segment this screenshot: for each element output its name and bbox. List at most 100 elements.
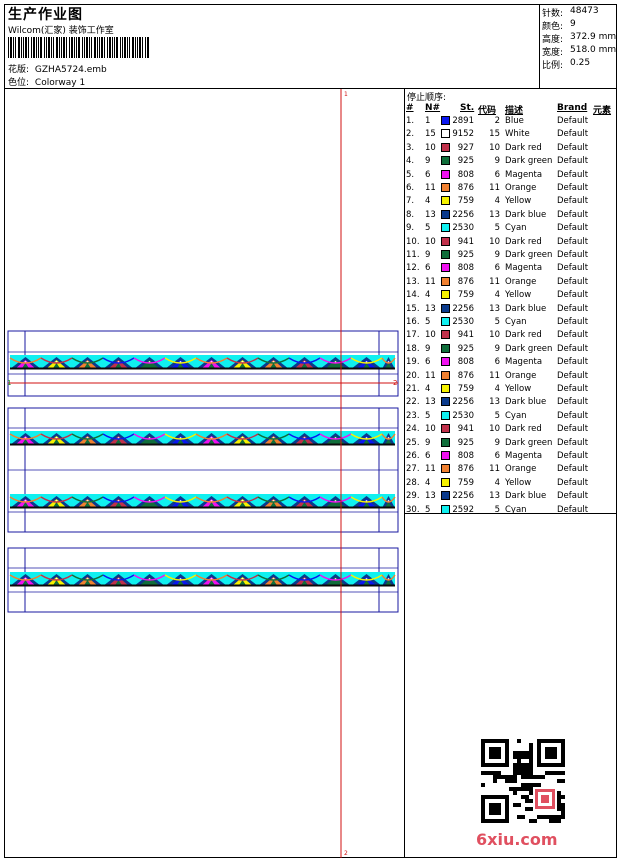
row-brand: Default (557, 357, 589, 368)
row-stitches: 941 (457, 330, 474, 341)
col-brand: Brand (557, 103, 588, 113)
stat-label: 颜色: (542, 22, 564, 32)
qr-module (529, 775, 533, 779)
qr-module (561, 803, 565, 807)
row-number: 13 (425, 491, 436, 502)
thread-color-swatch (441, 357, 450, 367)
col-number: N# (425, 103, 441, 113)
table-row: 3. 10 927 10 Dark red Default (405, 142, 616, 155)
qr-module (489, 747, 501, 759)
qr-module (509, 787, 513, 791)
row-brand: Default (557, 223, 589, 234)
row-number: 11 (425, 464, 436, 475)
row-index: 6. (406, 183, 415, 193)
qr-module (517, 739, 521, 743)
qr-module (525, 795, 529, 799)
table-row: 18. 9 925 9 Dark green Default (405, 343, 616, 356)
qr-module (513, 751, 517, 755)
qr-module (541, 795, 549, 803)
row-description: Orange (505, 464, 537, 475)
table-row: 11. 9 925 9 Dark green Default (405, 249, 616, 262)
thread-color-swatch (441, 370, 450, 380)
table-row: 8. 13 2256 13 Dark blue Default (405, 209, 616, 222)
guide-marker-left: 1 (7, 379, 11, 387)
row-number: 10 (425, 424, 436, 435)
qr-module (513, 779, 517, 783)
qr-module (481, 783, 485, 787)
table-row: 10. 10 941 10 Dark red Default (405, 236, 616, 249)
table-row: 28. 4 759 4 Yellow Default (405, 477, 616, 490)
qr-module (525, 807, 529, 811)
qr-module (505, 775, 509, 779)
qr-module (529, 759, 533, 763)
thread-color-swatch (441, 250, 450, 259)
row-index: 1. (406, 116, 415, 126)
table-row: 15. 13 2256 13 Dark blue Default (405, 303, 616, 316)
stat-row: 比例: 0.25 (542, 58, 590, 71)
thread-color-swatch (441, 276, 450, 286)
row-number: 11 (425, 183, 436, 193)
band-baseline (10, 584, 395, 587)
row-index: 26. (406, 451, 420, 461)
qr-module (513, 771, 517, 775)
qr-module (529, 763, 533, 767)
qr-module (553, 771, 557, 775)
row-description: Yellow (505, 196, 532, 207)
qr-module (517, 815, 521, 819)
qr-module (521, 775, 525, 779)
stat-value: 0.25 (570, 58, 591, 68)
table-row: 23. 5 2530 5 Cyan Default (405, 410, 616, 423)
row-code: 4 (494, 290, 500, 301)
row-brand: Default (557, 263, 589, 274)
qr-module (529, 767, 533, 771)
thread-color-swatch (441, 491, 450, 501)
row-index: 25. (406, 437, 420, 448)
row-code: 9 (494, 343, 500, 354)
table-row: 12. 6 808 6 Magenta Default (405, 262, 616, 275)
qr-module (505, 779, 509, 783)
qr-module (521, 795, 525, 799)
row-description: Cyan (505, 223, 527, 234)
row-stitches: 2530 (452, 410, 474, 421)
row-description: Cyan (505, 504, 527, 515)
stat-label: 高度: (542, 35, 564, 45)
qr-module (557, 803, 561, 807)
qr-module (493, 771, 497, 775)
row-brand: Default (557, 209, 589, 220)
qr-module (557, 799, 561, 803)
qr-module (497, 775, 501, 779)
qr-module (481, 771, 485, 775)
col-index: # (406, 103, 414, 113)
row-brand: Default (557, 477, 589, 488)
table-row: 16. 5 2530 5 Cyan Default (405, 316, 616, 329)
row-brand: Default (557, 410, 589, 421)
row-index: 12. (406, 263, 420, 274)
thread-color-swatch (441, 223, 450, 233)
qr-module (529, 807, 533, 811)
qr-module (525, 755, 529, 759)
row-brand: Default (557, 317, 589, 327)
qr-module (549, 771, 553, 775)
qr-module (557, 779, 561, 783)
row-description: Yellow (505, 290, 532, 301)
qr-module (561, 815, 565, 819)
row-index: 10. (406, 236, 420, 247)
row-brand: Default (557, 343, 589, 354)
row-index: 24. (406, 424, 420, 435)
table-row: 7. 4 759 4 Yellow Default (405, 195, 616, 208)
row-number: 4 (425, 196, 431, 207)
row-code: 5 (494, 410, 500, 421)
qr-module (513, 767, 517, 771)
row-code: 4 (494, 477, 500, 488)
row-code: 10 (489, 142, 500, 153)
thread-color-swatch (441, 504, 450, 514)
qr-module (557, 815, 561, 819)
row-description: Dark green (505, 437, 553, 448)
row-description: Dark red (505, 330, 542, 341)
row-code: 5 (494, 317, 500, 327)
row-code: 13 (489, 397, 500, 408)
table-row: 20. 11 876 11 Orange Default (405, 370, 616, 383)
table-row: 21. 4 759 4 Yellow Default (405, 383, 616, 396)
row-code: 11 (489, 276, 500, 287)
qr-module (521, 767, 525, 771)
